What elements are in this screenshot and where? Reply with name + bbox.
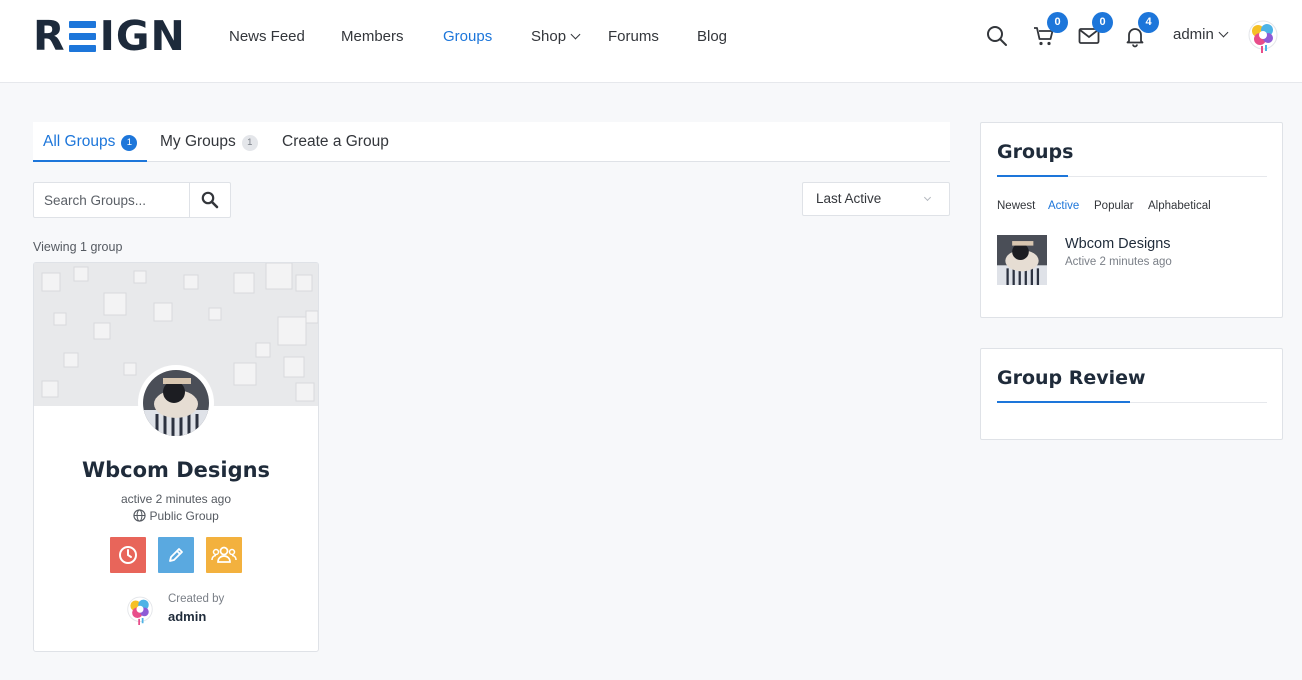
- group-review-widget: Group Review: [980, 348, 1283, 440]
- created-by-label: Created by: [168, 593, 225, 605]
- group-type: Public Group: [34, 508, 318, 523]
- messages-count-badge: 0: [1092, 12, 1113, 33]
- filter-active[interactable]: Active: [1048, 200, 1079, 212]
- chevron-down-icon: [570, 29, 581, 40]
- globe-icon: [133, 509, 146, 522]
- sort-select[interactable]: Last Active: [802, 182, 950, 216]
- filter-alphabetical[interactable]: Alphabetical: [1148, 200, 1211, 212]
- tab-my-groups[interactable]: My Groups 1: [160, 122, 258, 162]
- clock-icon: [119, 546, 137, 564]
- tab-count-badge: 1: [241, 135, 258, 151]
- mail-icon[interactable]: 0: [1077, 12, 1113, 48]
- nav-item-members[interactable]: Members: [341, 27, 404, 47]
- search-icon: [201, 191, 219, 209]
- pencil-icon: [169, 548, 183, 562]
- widget-title: Groups: [997, 141, 1074, 163]
- user-name: admin: [1173, 26, 1214, 43]
- users-icon: [211, 546, 237, 563]
- nav-item-forums[interactable]: Forums: [608, 27, 659, 47]
- search-input[interactable]: [34, 183, 189, 217]
- chevron-down-icon: [923, 193, 932, 202]
- filter-newest[interactable]: Newest: [997, 200, 1035, 212]
- cart-count-badge: 0: [1047, 12, 1068, 33]
- creator-avatar[interactable]: [126, 594, 154, 628]
- group-edit-button[interactable]: [158, 537, 194, 573]
- filter-popular[interactable]: Popular: [1094, 200, 1134, 212]
- widget-divider: [997, 175, 1267, 177]
- group-type-label: Public Group: [149, 508, 219, 523]
- group-name[interactable]: Wbcom Designs: [34, 458, 318, 482]
- sort-selected-value: Last Active: [816, 191, 882, 206]
- logo-e-mark: [68, 19, 96, 54]
- creator-name[interactable]: admin: [168, 609, 206, 624]
- nav-item-blog[interactable]: Blog: [697, 27, 727, 47]
- site-header: R IGN News Feed Members Groups Shop Foru…: [0, 0, 1302, 83]
- group-card: Wbcom Designs active 2 minutes ago Publi…: [33, 262, 319, 652]
- viewing-count: Viewing 1 group: [33, 240, 123, 254]
- widget-divider: [997, 401, 1267, 403]
- tab-count-badge: 1: [121, 135, 138, 151]
- widget-group-name[interactable]: Wbcom Designs: [1065, 236, 1171, 252]
- tab-label: My Groups: [160, 133, 236, 150]
- logo-text-right: IGN: [99, 12, 186, 60]
- user-menu[interactable]: admin: [1173, 26, 1229, 43]
- logo-text-left: R: [33, 12, 66, 60]
- bell-icon[interactable]: 4: [1123, 12, 1159, 48]
- search-icon[interactable]: [985, 24, 1009, 48]
- group-last-active: active 2 minutes ago: [120, 492, 232, 506]
- group-activity-button[interactable]: [110, 537, 146, 573]
- cart-icon[interactable]: 0: [1032, 12, 1068, 48]
- tab-all-groups[interactable]: All Groups 1: [33, 122, 148, 162]
- nav-item-news-feed[interactable]: News Feed: [229, 27, 305, 47]
- group-members-button[interactable]: [206, 537, 242, 573]
- nav-item-shop[interactable]: Shop: [531, 27, 581, 47]
- widget-title: Group Review: [997, 367, 1146, 389]
- widget-group-avatar[interactable]: [997, 235, 1047, 285]
- avatar[interactable]: [1247, 19, 1279, 55]
- search-button[interactable]: [189, 183, 230, 217]
- tab-label: All Groups: [43, 133, 116, 150]
- groups-tabs: All Groups 1 My Groups 1 Create a Group: [33, 122, 950, 162]
- group-avatar[interactable]: [138, 365, 214, 441]
- group-search: [33, 182, 231, 218]
- nav-item-groups[interactable]: Groups: [443, 27, 492, 47]
- tab-create-group[interactable]: Create a Group: [282, 122, 389, 162]
- groups-widget: Groups Newest Active Popular Alphabetica…: [980, 122, 1283, 318]
- nav-item-shop-label: Shop: [531, 28, 567, 45]
- site-logo[interactable]: R IGN: [33, 12, 186, 60]
- notifications-count-badge: 4: [1138, 12, 1159, 33]
- widget-group-meta: Active 2 minutes ago: [1065, 256, 1172, 268]
- chevron-down-icon: [1218, 27, 1229, 38]
